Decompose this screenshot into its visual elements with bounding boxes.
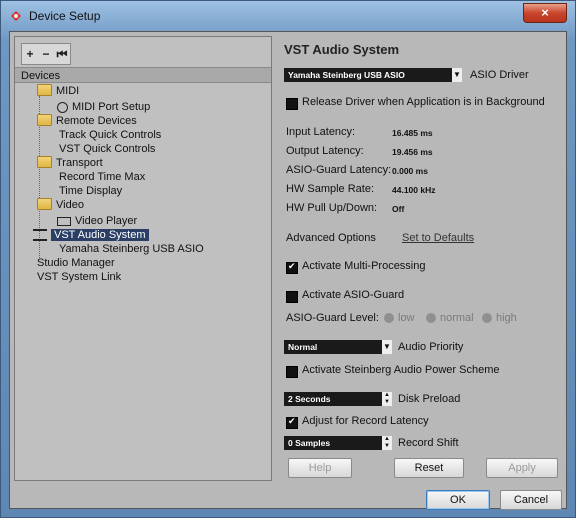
power-scheme-checkbox[interactable] [286,366,298,378]
tree-item-label: MIDI Port Setup [72,101,151,113]
asio-guard-label: Activate ASIO-Guard [302,289,405,301]
add-device-button[interactable]: + [22,44,38,64]
tree-item-studio-manager[interactable]: Studio Manager [37,256,115,270]
tree-item-label: Video [56,199,84,211]
video-player-icon [57,216,71,226]
cancel-button[interactable]: Cancel [500,490,562,510]
disk-preload-stepper[interactable]: 2 Seconds ▲ ▼ [284,392,392,406]
window-title: Device Setup [29,9,101,23]
dialog-content: + − ⏮ Devices MIDI MIDI Port Setup Remot… [9,31,567,510]
reset-device-button[interactable]: ⏮ [54,44,70,64]
hw-pull-label: HW Pull Up/Down: [286,202,378,214]
level-low-radio[interactable] [384,313,394,323]
tree-item-label: Time Display [59,185,123,197]
asio-guard-latency-value: 0.000 ms [392,166,428,176]
folder-icon [37,198,52,211]
tree-item-yamaha-steinberg-usb-asio[interactable]: Yamaha Steinberg USB ASIO [59,242,204,256]
tree-item-label: Track Quick Controls [59,129,162,141]
tree-item-video-player[interactable]: Video Player [57,214,137,228]
tree-item-label: Studio Manager [37,257,115,269]
chevron-down-icon: ▼ [382,340,392,354]
remove-device-button[interactable]: − [38,44,54,64]
folder-icon [37,84,52,97]
devices-panel: + − ⏮ Devices MIDI MIDI Port Setup Remot… [14,36,272,481]
folder-icon [37,114,52,127]
panel-title: VST Audio System [284,42,400,57]
hw-pull-value: Off [392,204,405,214]
apply-button[interactable]: Apply [486,458,558,478]
hw-sample-rate-value: 44.100 kHz [392,185,436,195]
tree-item-label: Transport [56,157,103,169]
tree-item-label: VST Quick Controls [59,143,156,155]
vst-audio-system-panel: VST Audio System Yamaha Steinberg USB AS… [280,36,564,481]
multi-processing-checkbox[interactable] [286,261,298,274]
audio-system-icon [33,229,47,242]
tree-item-time-display[interactable]: Time Display [59,184,122,198]
close-button[interactable]: × [523,3,567,23]
asio-driver-select[interactable]: Yamaha Steinberg USB ASIO ▼ [284,68,462,82]
midi-port-icon [57,101,68,113]
hw-sample-rate-label: HW Sample Rate: [286,183,375,195]
tree-item-remote-devices[interactable]: Remote Devices [37,114,137,128]
release-driver-label: Release Driver when Application is in Ba… [302,96,545,108]
tree-item-label: VST System Link [37,271,122,283]
asio-driver-label: ASIO Driver [470,69,529,81]
level-low-label: low [398,312,415,324]
tree-item-label: VST Audio System [51,229,149,241]
chevron-down-icon: ▼ [452,68,462,82]
level-normal-label: normal [440,312,474,324]
asio-guard-level-label: ASIO-Guard Level: [286,312,379,324]
devices-header: Devices [15,67,271,83]
tree-item-transport[interactable]: Transport [37,156,103,170]
tree-item-vst-audio-system[interactable]: VST Audio System [33,228,149,242]
tree-item-label: Record Time Max [59,171,146,183]
tree-item-video[interactable]: Video [37,198,84,212]
advanced-options-heading: Advanced Options [286,232,376,244]
record-shift-label: Record Shift [398,437,459,449]
asio-driver-value: Yamaha Steinberg USB ASIO [288,70,405,80]
help-button[interactable]: Help [288,458,352,478]
record-shift-stepper[interactable]: 0 Samples ▲ ▼ [284,436,392,450]
audio-priority-label: Audio Priority [398,341,464,353]
device-toolbar: + − ⏮ [21,43,71,65]
tree-item-label: Video Player [75,215,138,227]
level-high-radio[interactable] [482,313,492,323]
stepper-arrows-icon[interactable]: ▲ ▼ [382,392,392,406]
tree-item-midi-port-setup[interactable]: MIDI Port Setup [57,100,150,114]
tree-item-vst-quick-controls[interactable]: VST Quick Controls [59,142,155,156]
reset-button[interactable]: Reset [394,458,464,478]
asio-guard-checkbox[interactable] [286,291,298,303]
release-driver-checkbox[interactable] [286,98,298,110]
audio-priority-value: Normal [288,342,318,352]
app-icon [11,11,21,21]
multi-processing-label: Activate Multi-Processing [302,260,426,272]
tree-item-vst-system-link[interactable]: VST System Link [37,270,121,284]
level-high-label: high [496,312,517,324]
tree-item-track-quick-controls[interactable]: Track Quick Controls [59,128,161,142]
asio-guard-latency-label: ASIO-Guard Latency: [286,164,392,176]
record-latency-label: Adjust for Record Latency [302,415,429,427]
tree-item-label: Remote Devices [56,115,137,127]
input-latency-label: Input Latency: [286,126,356,138]
level-normal-radio[interactable] [426,313,436,323]
tree-item-label: Yamaha Steinberg USB ASIO [59,243,204,255]
folder-icon [37,156,52,169]
stepper-arrows-icon[interactable]: ▲ ▼ [382,436,392,450]
record-latency-checkbox[interactable] [286,416,298,429]
audio-priority-select[interactable]: Normal ▼ [284,340,392,354]
record-shift-value: 0 Samples [288,438,331,448]
tree-item-midi[interactable]: MIDI [37,84,79,98]
title-bar[interactable]: Device Setup × [1,1,575,31]
ok-button[interactable]: OK [426,490,490,510]
disk-preload-label: Disk Preload [398,393,461,405]
output-latency-label: Output Latency: [286,145,364,157]
input-latency-value: 16.485 ms [392,128,433,138]
disk-preload-value: 2 Seconds [288,394,331,404]
power-scheme-label: Activate Steinberg Audio Power Scheme [302,364,500,376]
output-latency-value: 19.456 ms [392,147,433,157]
device-setup-window: Device Setup × + − ⏮ Devices MIDI MIDI P… [0,0,576,518]
tree-item-label: MIDI [56,85,80,97]
tree-item-record-time-max[interactable]: Record Time Max [59,170,145,184]
set-to-defaults-link[interactable]: Set to Defaults [402,232,474,244]
